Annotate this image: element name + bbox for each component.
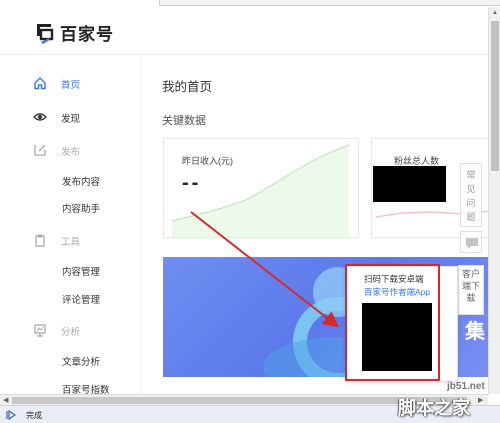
faq-char: 常 <box>466 170 476 180</box>
sidebar-group-label: 发布 <box>61 147 81 158</box>
sidebar-group-analysis: 分析 <box>0 318 142 342</box>
status-text: 完成 <box>26 411 42 420</box>
logo-icon <box>36 22 56 44</box>
play-icon <box>6 409 17 421</box>
income-card[interactable]: 昨日收入(元) -- <box>163 138 359 239</box>
client-download-text: 载 <box>466 293 476 303</box>
faq-char: 题 <box>466 212 476 222</box>
client-download-text: 端下 <box>461 281 480 291</box>
watermark-site: jb51.net <box>447 381 485 392</box>
annotation-highlight-box <box>345 264 440 381</box>
edit-icon <box>33 143 47 157</box>
page-title: 我的首页 <box>162 80 213 94</box>
eye-icon <box>33 110 47 124</box>
sidebar-item-content-assistant[interactable]: 内容助手 <box>62 201 100 215</box>
banner-text: 集 <box>465 321 486 343</box>
faq-char: 见 <box>466 184 476 194</box>
home-icon <box>33 76 47 90</box>
income-sparkline <box>171 144 350 239</box>
vertical-scrollbar[interactable]: ▲ <box>488 7 500 394</box>
client-download-text: 客户 <box>461 269 480 279</box>
sidebar-item-publish-content[interactable]: 发布内容 <box>62 174 100 188</box>
browser-tab-strip <box>0 0 500 6</box>
sidebar-item-content-manage[interactable]: 内容管理 <box>62 264 100 278</box>
browser-tab[interactable] <box>0 0 160 6</box>
faq-char: 问 <box>466 198 476 208</box>
sidebar-item-home[interactable]: 首页 <box>0 71 142 95</box>
app-header: 百家号 <box>0 7 488 55</box>
scroll-up-icon[interactable]: ▲ <box>492 10 498 16</box>
client-download-button[interactable]: 客户 端下 载 <box>458 265 484 315</box>
logo[interactable]: 百家号 <box>36 20 114 45</box>
sidebar-group-tools: 工具 <box>0 228 142 252</box>
sidebar-group-label: 分析 <box>61 327 81 338</box>
vertical-scroll-thumb[interactable] <box>491 21 499 171</box>
scroll-right-icon[interactable]: ▶ <box>478 396 483 404</box>
sidebar-group-publish: 发布 <box>0 138 142 162</box>
section-title: 关键数据 <box>162 115 206 127</box>
sidebar-item-label: 发现 <box>61 114 81 125</box>
watermark-name: 脚本之家 <box>398 398 470 418</box>
sidebar-item-comment-manage[interactable]: 评论管理 <box>62 292 100 306</box>
sidebar-item-label: 首页 <box>61 80 81 91</box>
logo-text: 百家号 <box>60 25 114 44</box>
sidebar: 首页 发现 发布 发布内容 内容助手 工具 内容管理 评论管理 分析 文章分析 … <box>0 56 142 396</box>
scroll-left-icon[interactable]: ◀ <box>3 396 8 404</box>
sidebar-group-label: 工具 <box>61 237 81 248</box>
sidebar-item-discover[interactable]: 发现 <box>0 105 142 129</box>
chart-icon <box>33 323 47 337</box>
chat-button[interactable] <box>460 231 482 253</box>
chat-icon <box>466 238 478 249</box>
clipboard-icon <box>33 233 47 247</box>
faq-button[interactable]: 常 见 问 题 <box>460 163 482 227</box>
sidebar-item-article-analysis[interactable]: 文章分析 <box>62 354 100 368</box>
